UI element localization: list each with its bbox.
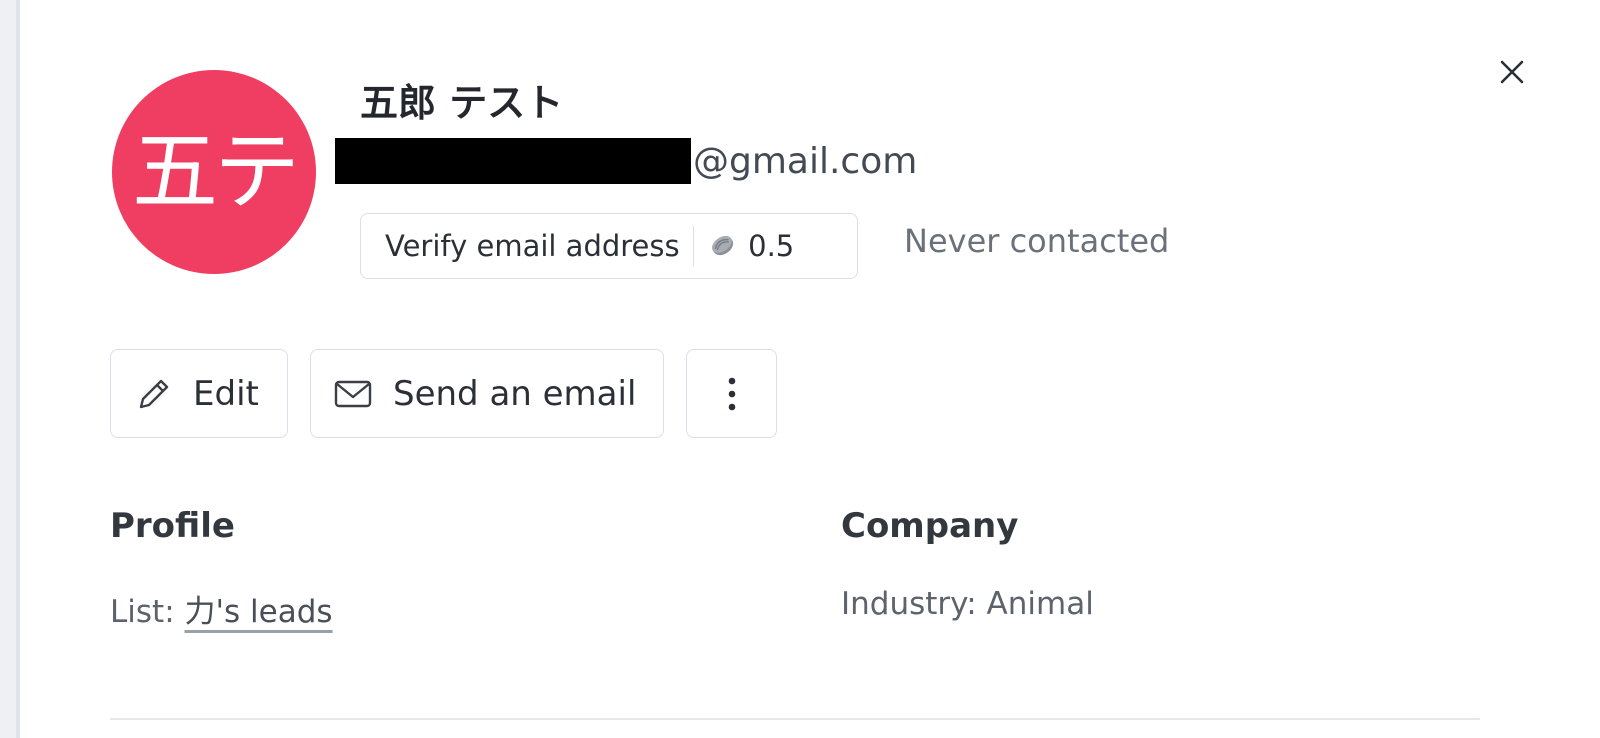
profile-list-field: List: 力's leads bbox=[110, 586, 333, 631]
close-button[interactable] bbox=[1492, 52, 1532, 92]
contact-email: @gmail.com bbox=[335, 136, 917, 186]
envelope-icon bbox=[334, 380, 372, 407]
more-vertical-icon bbox=[728, 377, 735, 410]
contact-status-text: Never contacted bbox=[904, 222, 1170, 260]
verify-email-button[interactable]: Verify email address 0.5 bbox=[360, 213, 858, 279]
avatar: 五テ bbox=[112, 70, 316, 274]
edit-button-label: Edit bbox=[193, 373, 259, 414]
list-field-label: List: bbox=[110, 594, 185, 630]
credit-icon bbox=[708, 231, 738, 261]
verify-email-label: Verify email address bbox=[385, 229, 680, 263]
verify-separator bbox=[692, 226, 695, 266]
email-redaction-box bbox=[335, 138, 691, 184]
close-icon bbox=[1500, 60, 1524, 84]
list-link[interactable]: 力's leads bbox=[185, 594, 333, 630]
send-email-button-label: Send an email bbox=[393, 373, 637, 414]
left-edge-strip bbox=[0, 0, 20, 738]
profile-section-title: Profile bbox=[110, 506, 235, 546]
contact-detail-panel: 五テ 五郎 テスト @gmail.com Verify email addres… bbox=[20, 0, 1600, 738]
email-domain: @gmail.com bbox=[693, 140, 918, 182]
credit-cost: 0.5 bbox=[748, 229, 795, 263]
more-options-button[interactable] bbox=[686, 349, 777, 438]
pencil-icon bbox=[139, 379, 169, 408]
send-email-button[interactable]: Send an email bbox=[310, 349, 664, 438]
contact-name: 五郎 テスト bbox=[360, 81, 564, 125]
company-industry-field: Industry: Animal bbox=[841, 586, 1094, 622]
section-divider bbox=[110, 718, 1480, 720]
company-section-title: Company bbox=[841, 506, 1019, 546]
edit-button[interactable]: Edit bbox=[110, 349, 288, 438]
avatar-initials: 五テ bbox=[132, 122, 300, 222]
